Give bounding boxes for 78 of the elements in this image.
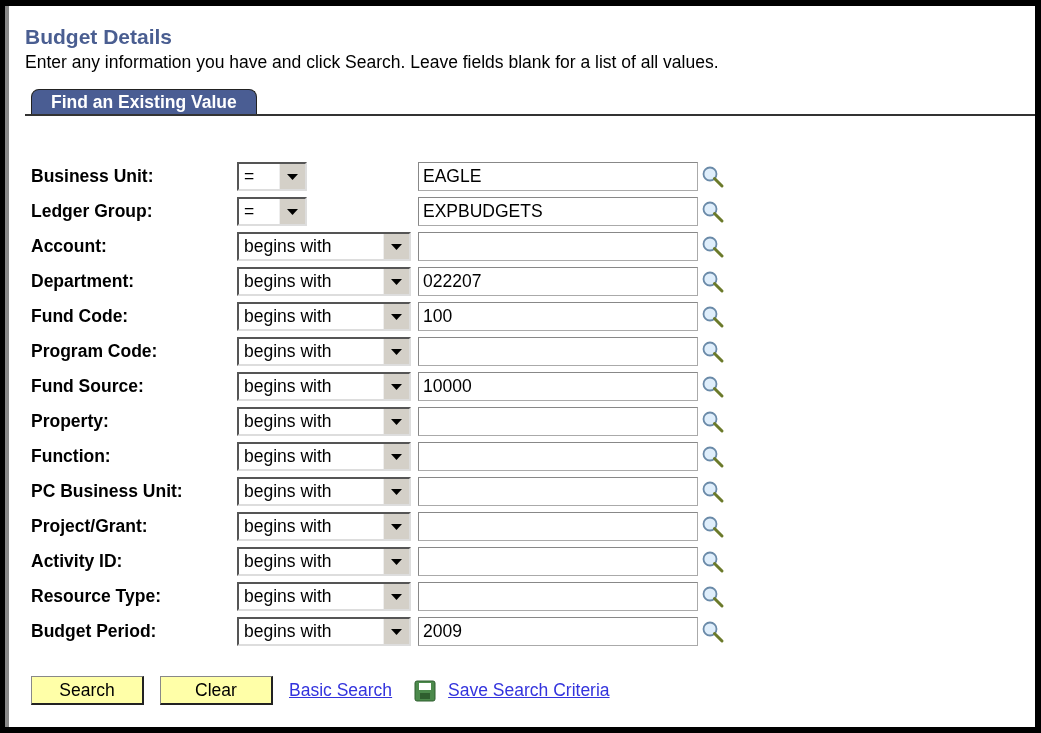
search-icon[interactable] bbox=[701, 304, 725, 329]
field-label: Property: bbox=[31, 411, 110, 432]
input-field[interactable]: 100 bbox=[418, 302, 698, 331]
field-label: Function: bbox=[31, 446, 112, 467]
caret-icon bbox=[383, 269, 409, 294]
input-field[interactable] bbox=[418, 547, 698, 576]
field-label: Business Unit: bbox=[31, 166, 155, 187]
operator-dropdown[interactable]: begins with bbox=[237, 477, 411, 506]
input-field[interactable]: 2009 bbox=[418, 617, 698, 646]
search-icon[interactable] bbox=[701, 409, 725, 434]
operator-dropdown[interactable]: begins with bbox=[237, 407, 411, 436]
search-icon[interactable] bbox=[701, 549, 725, 574]
caret-icon bbox=[383, 374, 409, 399]
page-title: Budget Details bbox=[25, 24, 174, 50]
input-field[interactable] bbox=[418, 442, 698, 471]
caret-icon bbox=[383, 479, 409, 504]
field-label: Resource Type: bbox=[31, 586, 162, 607]
input-field[interactable] bbox=[418, 582, 698, 611]
search-icon[interactable] bbox=[701, 479, 725, 504]
operator-dropdown[interactable]: begins with bbox=[237, 617, 411, 646]
search-icon[interactable] bbox=[701, 269, 725, 294]
search-icon[interactable] bbox=[701, 444, 725, 469]
input-field[interactable] bbox=[418, 232, 698, 261]
tab[interactable]: Find an Existing Value bbox=[31, 89, 257, 114]
input-field[interactable]: 022207 bbox=[418, 267, 698, 296]
input-field[interactable] bbox=[418, 407, 698, 436]
caret-icon bbox=[383, 409, 409, 434]
operator-dropdown[interactable]: begins with bbox=[237, 302, 411, 331]
field-label: PC Business Unit: bbox=[31, 481, 184, 502]
field-label: Budget Period: bbox=[31, 621, 158, 642]
caret-icon bbox=[279, 164, 305, 189]
search-icon[interactable] bbox=[701, 339, 725, 364]
input-field[interactable] bbox=[418, 477, 698, 506]
field-label: Activity ID: bbox=[31, 551, 124, 572]
operator-dropdown[interactable]: = bbox=[237, 197, 307, 226]
field-label: Department: bbox=[31, 271, 136, 292]
operator-dropdown[interactable]: begins with bbox=[237, 337, 411, 366]
operator-dropdown[interactable]: begins with bbox=[237, 232, 411, 261]
search-icon[interactable] bbox=[701, 199, 725, 224]
input-field[interactable]: EXPBUDGETS bbox=[418, 197, 698, 226]
caret-icon bbox=[383, 304, 409, 329]
field-label: Fund Code: bbox=[31, 306, 130, 327]
input-field[interactable]: 10000 bbox=[418, 372, 698, 401]
action-button[interactable]: Search bbox=[31, 676, 144, 705]
caret-icon bbox=[383, 339, 409, 364]
search-icon[interactable] bbox=[701, 584, 725, 609]
field-label: Fund Source: bbox=[31, 376, 145, 397]
search-icon[interactable] bbox=[701, 234, 725, 259]
input-field[interactable]: EAGLE bbox=[418, 162, 698, 191]
caret-icon bbox=[383, 514, 409, 539]
operator-dropdown[interactable]: begins with bbox=[237, 512, 411, 541]
field-label: Project/Grant: bbox=[31, 516, 149, 537]
input-field[interactable] bbox=[418, 337, 698, 366]
operator-dropdown[interactable]: = bbox=[237, 162, 307, 191]
operator-dropdown[interactable]: begins with bbox=[237, 267, 411, 296]
input-field[interactable] bbox=[418, 512, 698, 541]
search-link[interactable]: Basic Search bbox=[289, 680, 393, 701]
search-icon[interactable] bbox=[701, 514, 725, 539]
operator-dropdown[interactable]: begins with bbox=[237, 547, 411, 576]
operator-dropdown[interactable]: begins with bbox=[237, 372, 411, 401]
operator-dropdown[interactable]: begins with bbox=[237, 582, 411, 611]
save-link[interactable]: Save Search Criteria bbox=[448, 680, 610, 701]
field-label: Account: bbox=[31, 236, 108, 257]
operator-dropdown[interactable]: begins with bbox=[237, 442, 411, 471]
search-icon[interactable] bbox=[701, 164, 725, 189]
caret-icon bbox=[383, 444, 409, 469]
caret-icon bbox=[383, 619, 409, 644]
caret-icon bbox=[279, 199, 305, 224]
field-label: Ledger Group: bbox=[31, 201, 154, 222]
search-icon[interactable] bbox=[701, 619, 725, 644]
search-icon[interactable] bbox=[701, 374, 725, 399]
save-icon[interactable] bbox=[414, 679, 437, 702]
instructions-text: Enter any information you have and click Search. Leave fields blank for a list of all values. bbox=[25, 51, 720, 73]
action-button[interactable]: Clear bbox=[160, 676, 273, 705]
caret-icon bbox=[383, 234, 409, 259]
caret-icon bbox=[383, 549, 409, 574]
field-label: Program Code: bbox=[31, 341, 159, 362]
caret-icon bbox=[383, 584, 409, 609]
